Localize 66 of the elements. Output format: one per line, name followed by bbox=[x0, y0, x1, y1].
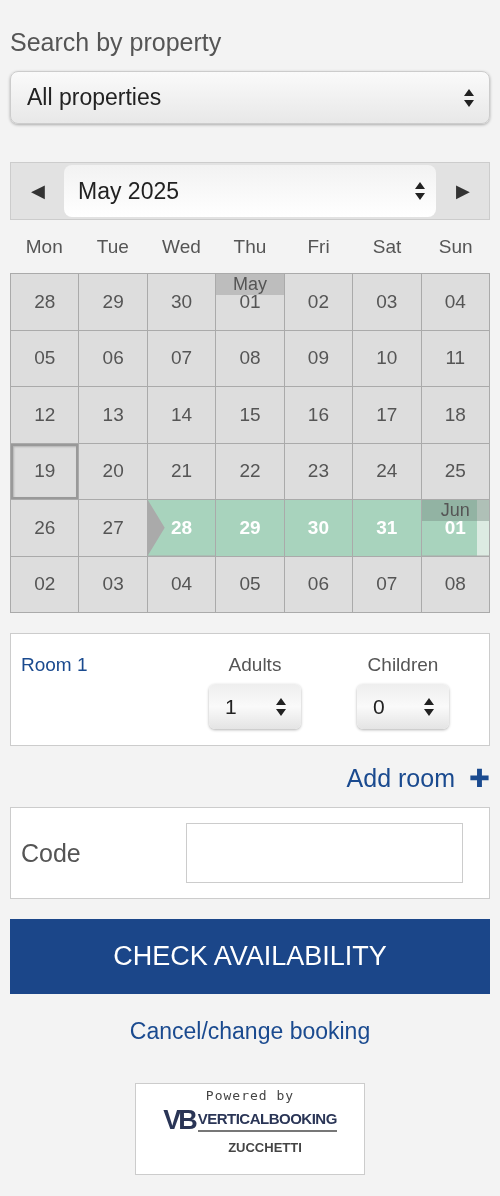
adults-label: Adults bbox=[228, 654, 282, 676]
calendar-day[interactable]: 28 bbox=[11, 274, 79, 330]
calendar-day[interactable]: 09 bbox=[284, 330, 353, 386]
spinner-icon bbox=[423, 696, 435, 717]
calendar-day[interactable]: 30 bbox=[147, 274, 216, 330]
add-room-link[interactable]: Add room ✚ bbox=[346, 764, 490, 793]
weekday-label: Mon bbox=[24, 235, 64, 258]
calendar-day[interactable]: 05 bbox=[216, 556, 284, 612]
weekday-label: Thu bbox=[232, 235, 268, 258]
calendar-day[interactable]: 07 bbox=[353, 556, 421, 612]
adults-select[interactable]: 1 bbox=[209, 684, 301, 729]
month-label: May bbox=[216, 274, 284, 295]
property-select[interactable]: All properties bbox=[10, 71, 490, 124]
calendar-day[interactable]: 13 bbox=[79, 387, 147, 443]
children-label: Children bbox=[367, 654, 439, 676]
calendar-day[interactable]: 14 bbox=[147, 387, 216, 443]
month-label: Jun bbox=[421, 500, 489, 521]
calendar-day[interactable]: 15 bbox=[216, 387, 284, 443]
room-label: Room 1 bbox=[21, 654, 89, 677]
calendar-day[interactable]: 08 bbox=[421, 556, 489, 612]
calendar-day[interactable]: 11 bbox=[421, 330, 489, 386]
calendar-day[interactable]: 08 bbox=[216, 330, 284, 386]
calendar-day[interactable]: 23 bbox=[284, 443, 353, 499]
calendar-day[interactable]: 25 bbox=[421, 443, 489, 499]
calendar-day[interactable]: 22 bbox=[216, 443, 284, 499]
calendar-day[interactable]: 04 bbox=[147, 556, 216, 612]
calendar-day[interactable]: 20 bbox=[79, 443, 147, 499]
calendar-day[interactable]: 21 bbox=[147, 443, 216, 499]
calendar-day[interactable]: 04 bbox=[421, 274, 489, 330]
calendar-day[interactable]: 05 bbox=[11, 330, 79, 386]
weekday-label: Fri bbox=[306, 235, 331, 258]
code-label: Code bbox=[21, 838, 81, 868]
code-field[interactable] bbox=[186, 823, 463, 883]
weekday-label: Wed bbox=[161, 235, 202, 258]
calendar-day[interactable]: 03 bbox=[79, 556, 147, 612]
calendar-day[interactable]: 12 bbox=[11, 387, 79, 443]
calendar-day[interactable]: 24 bbox=[353, 443, 421, 499]
calendar-day[interactable]: 17 bbox=[353, 387, 421, 443]
spinner-icon bbox=[414, 181, 426, 201]
calendar-day[interactable]: 18 bbox=[421, 387, 489, 443]
prev-month-button[interactable]: ◀ bbox=[11, 163, 64, 219]
cancel-booking-link[interactable]: Cancel/change booking bbox=[129, 1018, 371, 1044]
calendar-day[interactable]: Jun 01 bbox=[421, 500, 489, 556]
calendar-day[interactable]: 06 bbox=[284, 556, 353, 612]
calendar-day[interactable]: 27 bbox=[79, 500, 147, 556]
calendar-day[interactable]: 19 bbox=[11, 443, 79, 499]
spinner-icon bbox=[275, 696, 287, 717]
calendar-day[interactable]: 29 bbox=[79, 274, 147, 330]
calendar-day[interactable]: 02 bbox=[11, 556, 79, 612]
weekday-label: Sun bbox=[437, 235, 474, 258]
calendar-day[interactable]: 16 bbox=[284, 387, 353, 443]
section-title: Search by property bbox=[10, 28, 223, 57]
calendar-day[interactable]: 07 bbox=[147, 330, 216, 386]
calendar-day[interactable]: 10 bbox=[353, 330, 421, 386]
check-availability-button[interactable]: CHECK AVAILABILITY bbox=[10, 919, 490, 994]
next-month-button[interactable]: ▶ bbox=[436, 163, 489, 219]
month-select[interactable]: May 2025 bbox=[64, 165, 436, 217]
spinner-icon bbox=[463, 87, 475, 108]
weekday-label: Sat bbox=[371, 235, 403, 258]
children-select[interactable]: 0 bbox=[357, 684, 449, 729]
calendar-day[interactable]: 03 bbox=[353, 274, 421, 330]
calendar-day[interactable]: May 01 bbox=[216, 274, 284, 330]
weekday-label: Tue bbox=[95, 235, 130, 258]
calendar-day[interactable]: 26 bbox=[11, 500, 79, 556]
calendar-day[interactable]: 06 bbox=[79, 330, 147, 386]
calendar-day[interactable]: 02 bbox=[284, 274, 353, 330]
